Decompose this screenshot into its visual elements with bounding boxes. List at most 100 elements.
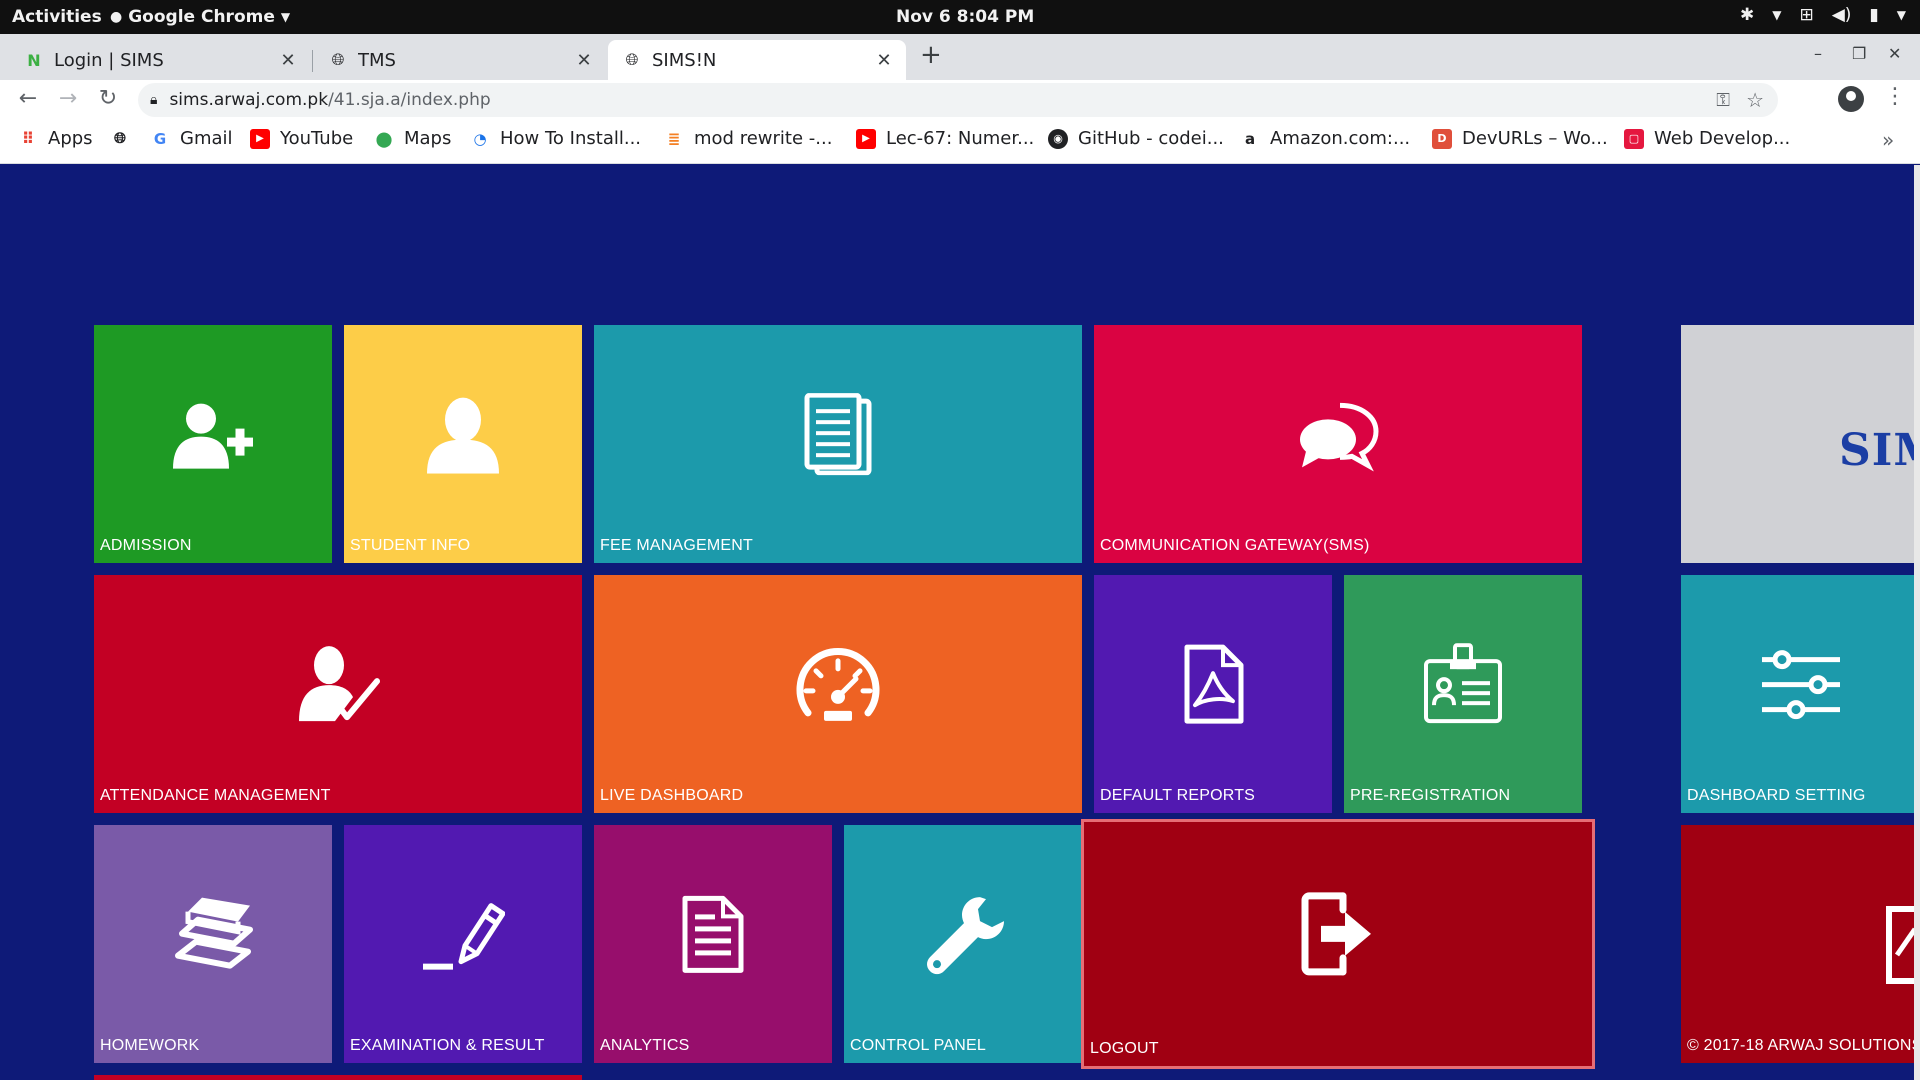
tile-dashboard-setting[interactable]: DASHBOARD SETTING bbox=[1681, 575, 1920, 813]
tile-label: EXAMINATION & RESULT bbox=[350, 1037, 545, 1054]
bookmark-label: Lec-67: Numer... bbox=[886, 128, 1035, 149]
tile-logout[interactable]: LOGOUT bbox=[1081, 819, 1595, 1069]
tile-analytics[interactable]: ANALYTICS bbox=[594, 825, 832, 1063]
tile-sims-logo[interactable]: SIM bbox=[1681, 325, 1920, 563]
accessibility-icon[interactable]: ✱ bbox=[1740, 5, 1754, 25]
bookmark-label: Maps bbox=[404, 128, 452, 149]
tab-login-sims[interactable]: N Login | SIMS ✕ bbox=[10, 40, 310, 80]
id-card-icon bbox=[1422, 643, 1504, 725]
profile-avatar-icon[interactable] bbox=[1838, 86, 1864, 112]
close-icon[interactable]: ✕ bbox=[874, 50, 894, 71]
reload-icon[interactable]: ↻ bbox=[94, 86, 122, 111]
system-tray[interactable]: ✱ ▼ ⊞ ◀) ▮ ▼ bbox=[1740, 5, 1906, 25]
bookmark-github[interactable]: ◉ GitHub - codei... bbox=[1048, 128, 1224, 149]
bookmark-label: YouTube bbox=[280, 128, 354, 149]
tile-partial-next-row[interactable] bbox=[94, 1075, 582, 1080]
bookmark-youtube[interactable]: ▶ YouTube bbox=[250, 128, 353, 149]
activities-button[interactable]: Activities bbox=[12, 7, 102, 27]
document-list-icon bbox=[803, 393, 873, 476]
chrome-icon: ● bbox=[110, 9, 123, 25]
bookmark-label: DevURLs – Wo... bbox=[1462, 128, 1608, 149]
dashboard-page: ADMISSION STUDENT INFO FEE MANAGEMENT CO… bbox=[0, 165, 1920, 1080]
battery-icon[interactable]: ▮ bbox=[1869, 5, 1878, 25]
new-tab-button[interactable]: + bbox=[920, 40, 942, 70]
network-icon[interactable]: ⊞ bbox=[1799, 5, 1813, 25]
key-icon[interactable]: ⚿ bbox=[1716, 90, 1730, 111]
tile-label: DASHBOARD SETTING bbox=[1687, 787, 1866, 804]
tile-default-reports[interactable]: DEFAULT REPORTS bbox=[1094, 575, 1332, 813]
tile-label: ATTENDANCE MANAGEMENT bbox=[100, 787, 331, 804]
tile-copyright[interactable]: © 2017-18 ARWAJ SOLUTIONS bbox=[1681, 825, 1920, 1063]
globe-icon: 🌐︎ bbox=[113, 129, 126, 147]
bookmark-web-develop[interactable]: ▢ Web Develop... bbox=[1624, 128, 1790, 149]
window-close-icon[interactable]: ✕ bbox=[1888, 44, 1901, 63]
bookmark-how-to-install[interactable]: ◔ How To Install... bbox=[470, 128, 641, 149]
bookmark-amazon[interactable]: a Amazon.com:... bbox=[1240, 128, 1410, 149]
tile-pre-registration[interactable]: PRE-REGISTRATION bbox=[1344, 575, 1582, 813]
tile-label: CONTROL PANEL bbox=[850, 1037, 986, 1054]
bookmark-star-icon[interactable]: ☆ bbox=[1746, 88, 1764, 112]
tile-admission[interactable]: ADMISSION bbox=[94, 325, 332, 563]
minimize-icon[interactable]: – bbox=[1814, 44, 1822, 63]
app-menu[interactable]: ● Google Chrome ▼ bbox=[110, 7, 290, 27]
user-check-icon bbox=[295, 643, 381, 725]
bookmark-apps[interactable]: ⠿ Apps bbox=[18, 128, 93, 149]
url-host: sims.arwaj.com.pk bbox=[169, 90, 329, 110]
devurls-icon: D bbox=[1432, 128, 1452, 149]
tile-label: PRE-REGISTRATION bbox=[1350, 787, 1511, 804]
tile-homework[interactable]: HOMEWORK bbox=[94, 825, 332, 1063]
bookmark-maps[interactable]: ⬤ Maps bbox=[374, 128, 452, 149]
tile-label: STUDENT INFO bbox=[350, 537, 471, 554]
sims-n-icon: N bbox=[27, 50, 41, 70]
address-bar[interactable]: 🔒︎ sims.arwaj.com.pk /41.sja.a/index.php… bbox=[138, 83, 1778, 117]
tile-label: ADMISSION bbox=[100, 537, 192, 554]
pdf-file-icon bbox=[1181, 643, 1245, 725]
tile-examination-result[interactable]: EXAMINATION & RESULT bbox=[344, 825, 582, 1063]
tile-label: DEFAULT REPORTS bbox=[1100, 787, 1256, 804]
bookmark-globe[interactable]: 🌐︎ bbox=[110, 128, 140, 148]
tile-student-info[interactable]: STUDENT INFO bbox=[344, 325, 582, 563]
globe-icon: 🌐︎ bbox=[625, 50, 639, 69]
google-icon: G bbox=[153, 129, 167, 148]
bookmark-devurls[interactable]: D DevURLs – Wo... bbox=[1432, 128, 1608, 149]
volume-icon[interactable]: ◀) bbox=[1832, 5, 1852, 25]
bookmark-label: How To Install... bbox=[500, 128, 642, 149]
pencil-icon bbox=[421, 896, 505, 974]
forward-arrow-icon[interactable]: → bbox=[54, 86, 82, 111]
github-icon: ◉ bbox=[1048, 128, 1068, 149]
apps-grid-icon: ⠿ bbox=[21, 129, 35, 148]
web-dev-icon: ▢ bbox=[1624, 128, 1644, 149]
tab-tms[interactable]: 🌐︎ TMS ✕ bbox=[314, 40, 606, 80]
bookmark-lec67[interactable]: ▶ Lec-67: Numer... bbox=[856, 128, 1034, 149]
tile-attendance-management[interactable]: ATTENDANCE MANAGEMENT bbox=[94, 575, 582, 813]
add-user-icon bbox=[171, 401, 255, 471]
tab-title: Login | SIMS bbox=[54, 49, 164, 71]
tile-communication-gateway[interactable]: COMMUNICATION GATEWAY(SMS) bbox=[1094, 325, 1582, 563]
bookmark-gmail[interactable]: G Gmail bbox=[150, 128, 233, 149]
vertical-scrollbar[interactable] bbox=[1914, 165, 1920, 1080]
tab-title: SIMS!N bbox=[652, 49, 717, 71]
back-arrow-icon[interactable]: ← bbox=[14, 86, 42, 111]
close-icon[interactable]: ✕ bbox=[574, 50, 594, 71]
lock-icon[interactable]: 🔒︎ bbox=[150, 92, 157, 108]
user-icon bbox=[427, 396, 499, 474]
tile-control-panel[interactable]: CONTROL PANEL bbox=[844, 825, 1082, 1063]
bookmark-label: Amazon.com:... bbox=[1270, 128, 1411, 149]
clock[interactable]: Nov 6 8:04 PM bbox=[896, 7, 1034, 27]
menu-kebab-icon[interactable]: ⋮ bbox=[1884, 84, 1906, 109]
bookmark-mod-rewrite[interactable]: ≣ mod rewrite -... bbox=[664, 128, 833, 149]
tile-fee-management[interactable]: FEE MANAGEMENT bbox=[594, 325, 1082, 563]
caret-down-icon: ▼ bbox=[280, 10, 291, 24]
bookmark-label: Gmail bbox=[180, 128, 233, 149]
tile-live-dashboard[interactable]: LIVE DASHBOARD bbox=[594, 575, 1082, 813]
globe-icon: 🌐︎ bbox=[331, 50, 345, 69]
tab-simsin[interactable]: 🌐︎ SIMS!N ✕ bbox=[608, 40, 906, 80]
spinner-icon: ◔ bbox=[473, 129, 487, 148]
tile-label: FEE MANAGEMENT bbox=[600, 537, 754, 554]
youtube-icon: ▶ bbox=[856, 128, 876, 149]
sliders-icon bbox=[1760, 648, 1842, 722]
tab-title: TMS bbox=[358, 49, 396, 71]
chevron-right-icon[interactable]: » bbox=[1882, 128, 1894, 152]
restore-icon[interactable]: ❐ bbox=[1852, 44, 1866, 63]
close-icon[interactable]: ✕ bbox=[278, 50, 298, 71]
